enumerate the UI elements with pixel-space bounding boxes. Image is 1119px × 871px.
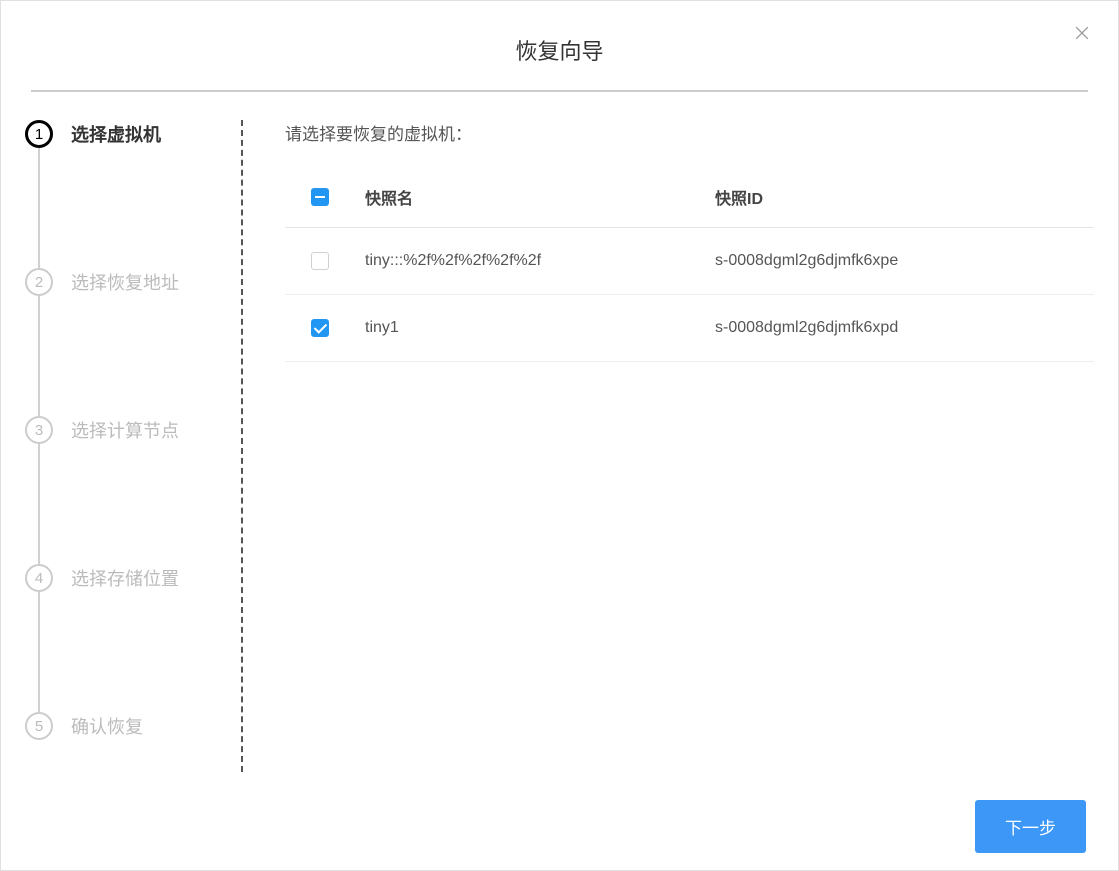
step-number-icon: 2 <box>25 268 53 296</box>
instruction-text: 请选择要恢复的虚拟机： <box>285 120 1094 145</box>
step-label: 选择计算节点 <box>71 417 179 443</box>
dialog-content: 1 选择虚拟机 2 选择恢复地址 3 选择计算节点 4 选择存储位置 5 确认恢复 请选择要恢复的… <box>25 92 1094 772</box>
step-4: 4 选择存储位置 <box>25 564 221 592</box>
table-scroll[interactable]: 快照名 快照ID tiny:::%2f%2f%2f%2f%2fs-0008dgm… <box>285 167 1094 772</box>
wizard-stepper: 1 选择虚拟机 2 选择恢复地址 3 选择计算节点 4 选择存储位置 5 确认恢复 <box>25 120 243 772</box>
step-label: 确认恢复 <box>71 713 143 739</box>
step-connector <box>38 148 40 268</box>
step-number-icon: 5 <box>25 712 53 740</box>
step-label: 选择存储位置 <box>71 565 179 591</box>
step-5: 5 确认恢复 <box>25 712 221 740</box>
step-label: 选择恢复地址 <box>71 269 179 295</box>
snapshot-id-cell: s-0008dgml2g6djmfk6xpd <box>705 295 1094 362</box>
select-all-checkbox[interactable] <box>311 188 329 206</box>
step-connector <box>38 444 40 564</box>
step-3: 3 选择计算节点 <box>25 416 221 444</box>
header-snapshot-name: 快照名 <box>355 167 705 228</box>
next-button[interactable]: 下一步 <box>975 800 1086 853</box>
header-checkbox-cell <box>285 167 355 228</box>
table-row[interactable]: tiny1s-0008dgml2g6djmfk6xpd <box>285 295 1094 362</box>
dialog-title: 恢复向导 <box>25 19 1094 90</box>
step-2: 2 选择恢复地址 <box>25 268 221 296</box>
step-connector <box>38 296 40 416</box>
step-number-icon: 1 <box>25 120 53 148</box>
snapshot-name-cell: tiny:::%2f%2f%2f%2f%2f <box>355 228 705 295</box>
table-container: 快照名 快照ID tiny:::%2f%2f%2f%2f%2fs-0008dgm… <box>285 167 1094 772</box>
snapshot-table: 快照名 快照ID tiny:::%2f%2f%2f%2f%2fs-0008dgm… <box>285 167 1094 362</box>
snapshot-id-cell: s-0008dgml2g6djmfk6xpe <box>705 228 1094 295</box>
snapshot-name-cell: tiny1 <box>355 295 705 362</box>
dialog-footer: 下一步 <box>25 772 1094 853</box>
step-number-icon: 3 <box>25 416 53 444</box>
header-snapshot-id: 快照ID <box>705 167 1094 228</box>
restore-wizard-dialog: 恢复向导 1 选择虚拟机 2 选择恢复地址 3 选择计算节点 4 选择存储位置 5 确认恢复 请选… <box>0 0 1119 871</box>
row-checkbox-cell <box>285 295 355 362</box>
row-checkbox[interactable] <box>311 319 329 337</box>
step-number-icon: 4 <box>25 564 53 592</box>
table-header-row: 快照名 快照ID <box>285 167 1094 228</box>
row-checkbox-cell <box>285 228 355 295</box>
step-label: 选择虚拟机 <box>71 121 161 147</box>
close-icon[interactable] <box>1072 23 1092 43</box>
row-checkbox[interactable] <box>311 252 329 270</box>
step-connector <box>38 592 40 712</box>
table-row[interactable]: tiny:::%2f%2f%2f%2f%2fs-0008dgml2g6djmfk… <box>285 228 1094 295</box>
step-1: 1 选择虚拟机 <box>25 120 221 148</box>
main-panel: 请选择要恢复的虚拟机： 快照名 快照ID <box>243 120 1094 772</box>
